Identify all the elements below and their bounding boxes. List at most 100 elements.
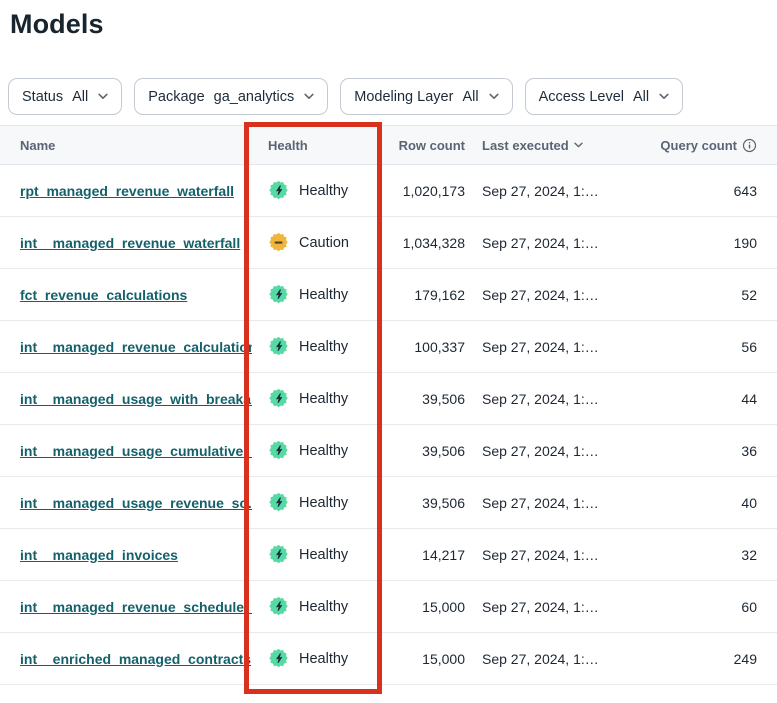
health-status-icon [268, 336, 289, 357]
health-cell: Healthy [252, 648, 383, 669]
health-status-icon [268, 440, 289, 461]
health-status-icon [268, 492, 289, 513]
row-count-cell: 15,000 [383, 651, 470, 667]
filter-modeling-layer-value: All [462, 89, 478, 105]
table-row: int__enriched_managed_contracts Healthy … [0, 633, 777, 685]
health-status-label: Healthy [299, 547, 348, 563]
query-count-cell: 36 [645, 443, 777, 459]
filter-package-label: Package [148, 89, 204, 105]
table-body: rpt_managed_revenue_waterfall Healthy 1,… [0, 165, 777, 685]
health-status-icon [268, 232, 289, 253]
health-status-label: Healthy [299, 443, 348, 459]
health-cell: Healthy [252, 336, 383, 357]
table-row: int__managed_usage_cumulative_… Healthy … [0, 425, 777, 477]
health-cell: Healthy [252, 596, 383, 617]
column-header-health-label: Health [268, 138, 308, 153]
last-executed-cell: Sep 27, 2024, 1:… [470, 235, 645, 251]
health-status-label: Healthy [299, 183, 348, 199]
model-link[interactable]: int__enriched_managed_contracts [20, 651, 251, 667]
query-count-cell: 60 [645, 599, 777, 615]
table-row: int__managed_usage_revenue_sc… Healthy 3… [0, 477, 777, 529]
last-executed-cell: Sep 27, 2024, 1:… [470, 651, 645, 667]
model-link[interactable]: int__managed_invoices [20, 547, 178, 563]
column-header-row-count-label: Row count [399, 138, 465, 153]
health-status-label: Healthy [299, 599, 348, 615]
health-status-icon [268, 284, 289, 305]
filter-access-level[interactable]: Access Level All [525, 78, 684, 115]
column-header-row-count: Row count [383, 138, 470, 153]
health-status-icon [268, 596, 289, 617]
query-count-cell: 52 [645, 287, 777, 303]
table-row: int__managed_invoices Healthy 14,217 Sep… [0, 529, 777, 581]
name-cell: int__enriched_managed_contracts [0, 651, 252, 667]
last-executed-cell: Sep 27, 2024, 1:… [470, 183, 645, 199]
query-count-cell: 32 [645, 547, 777, 563]
table-row: rpt_managed_revenue_waterfall Healthy 1,… [0, 165, 777, 217]
model-link[interactable]: int__managed_revenue_calculations [20, 339, 252, 355]
health-cell: Healthy [252, 544, 383, 565]
health-status-icon [268, 388, 289, 409]
row-count-cell: 179,162 [383, 287, 470, 303]
model-link[interactable]: int__managed_revenue_schedule_… [20, 599, 252, 615]
last-executed-cell: Sep 27, 2024, 1:… [470, 391, 645, 407]
column-header-name-label: Name [20, 138, 55, 153]
health-status-label: Healthy [299, 287, 348, 303]
filter-bar: Status All Package ga_analytics Modeling… [0, 78, 777, 115]
row-count-cell: 14,217 [383, 547, 470, 563]
health-cell: Caution [252, 232, 383, 253]
filter-access-level-value: All [633, 89, 649, 105]
name-cell: int__managed_invoices [0, 547, 252, 563]
filter-package-value: ga_analytics [214, 89, 295, 105]
sort-chevron-down-icon [574, 142, 583, 148]
row-count-cell: 1,020,173 [383, 183, 470, 199]
filter-modeling-layer[interactable]: Modeling Layer All [340, 78, 512, 115]
row-count-cell: 39,506 [383, 495, 470, 511]
query-count-cell: 40 [645, 495, 777, 511]
table-row: fct_revenue_calculations Healthy 179,162… [0, 269, 777, 321]
filter-status-value: All [72, 89, 88, 105]
chevron-down-icon [489, 93, 499, 100]
last-executed-cell: Sep 27, 2024, 1:… [470, 339, 645, 355]
model-link[interactable]: fct_revenue_calculations [20, 287, 187, 303]
column-header-query-count[interactable]: Query count [645, 138, 777, 153]
chevron-down-icon [659, 93, 669, 100]
model-link[interactable]: int__managed_usage_with_breaka… [20, 391, 252, 407]
query-count-cell: 56 [645, 339, 777, 355]
name-cell: rpt_managed_revenue_waterfall [0, 183, 252, 199]
row-count-cell: 1,034,328 [383, 235, 470, 251]
last-executed-cell: Sep 27, 2024, 1:… [470, 547, 645, 563]
table-row: int__managed_usage_with_breaka… Healthy … [0, 373, 777, 425]
health-status-label: Healthy [299, 651, 348, 667]
column-header-last-executed[interactable]: Last executed [470, 138, 645, 153]
last-executed-cell: Sep 27, 2024, 1:… [470, 443, 645, 459]
column-header-last-executed-label: Last executed [482, 138, 569, 153]
name-cell: int__managed_revenue_calculations [0, 339, 252, 355]
table-row: int__managed_revenue_calculations Health… [0, 321, 777, 373]
model-link[interactable]: int__managed_usage_cumulative_… [20, 443, 252, 459]
column-header-name: Name [0, 138, 252, 153]
filter-package[interactable]: Package ga_analytics [134, 78, 328, 115]
filter-status-label: Status [22, 89, 63, 105]
page-title: Models [10, 9, 777, 40]
name-cell: int__managed_usage_cumulative_… [0, 443, 252, 459]
name-cell: int__managed_usage_revenue_sc… [0, 495, 252, 511]
health-status-icon [268, 180, 289, 201]
row-count-cell: 100,337 [383, 339, 470, 355]
model-link[interactable]: int__managed_revenue_waterfall [20, 235, 240, 251]
query-count-cell: 249 [645, 651, 777, 667]
health-cell: Healthy [252, 440, 383, 461]
model-link[interactable]: int__managed_usage_revenue_sc… [20, 495, 252, 511]
health-status-label: Healthy [299, 339, 348, 355]
model-link[interactable]: rpt_managed_revenue_waterfall [20, 183, 234, 199]
query-count-cell: 643 [645, 183, 777, 199]
health-cell: Healthy [252, 284, 383, 305]
health-status-label: Healthy [299, 391, 348, 407]
health-status-label: Caution [299, 235, 349, 251]
health-cell: Healthy [252, 388, 383, 409]
info-circle-icon[interactable] [742, 138, 757, 153]
filter-status[interactable]: Status All [8, 78, 122, 115]
name-cell: int__managed_revenue_waterfall [0, 235, 252, 251]
health-status-label: Healthy [299, 495, 348, 511]
column-header-health: Health [252, 138, 383, 153]
row-count-cell: 15,000 [383, 599, 470, 615]
